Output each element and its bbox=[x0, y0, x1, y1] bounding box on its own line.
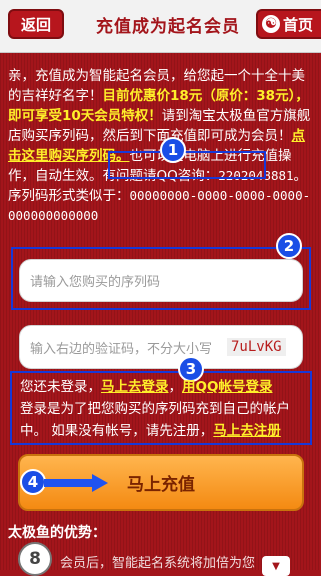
login-link[interactable]: 马上去登录 bbox=[101, 379, 169, 395]
home-button[interactable]: ☯ 首页 bbox=[256, 9, 321, 39]
login-sep: ， bbox=[168, 379, 183, 395]
yin-yang-icon: ☯ bbox=[262, 15, 280, 33]
login-notice-text: 您还未登录， bbox=[20, 379, 101, 395]
register-link[interactable]: 马上去注册 bbox=[213, 423, 281, 439]
scroll-down-icon[interactable]: ▼ bbox=[262, 556, 290, 576]
qq-login-link[interactable]: 用QQ帐号登录 bbox=[182, 379, 272, 395]
recharge-button-label: 马上充值 bbox=[127, 475, 195, 495]
login-notice: 您还未登录，马上去登录，用QQ帐号登录 登录是为了把您购买的序列码充到自己的帐户中… bbox=[20, 376, 310, 442]
page-title: 充值成为起名会员 bbox=[96, 17, 240, 37]
advantages-title: 太极鱼的优势： bbox=[8, 525, 106, 541]
arrow-head-icon bbox=[92, 474, 108, 492]
home-label: 首页 bbox=[283, 15, 314, 34]
step-badge-2: 2 bbox=[276, 233, 302, 259]
highlight-box-1 bbox=[108, 151, 266, 179]
back-button[interactable]: 返回 bbox=[8, 9, 64, 39]
header-bar: 返回 充值成为起名会员 ☯ 首页 bbox=[0, 0, 321, 53]
step-badge-1: 1 bbox=[160, 137, 186, 163]
serial-input[interactable]: 请输入您购买的序列码 bbox=[19, 259, 303, 302]
captcha-image[interactable]: 7uLvKG bbox=[227, 338, 286, 356]
arrow-icon bbox=[44, 479, 94, 487]
step-badge-4: 4 bbox=[20, 469, 46, 495]
floating-badge-icon[interactable]: 8 bbox=[18, 542, 52, 576]
